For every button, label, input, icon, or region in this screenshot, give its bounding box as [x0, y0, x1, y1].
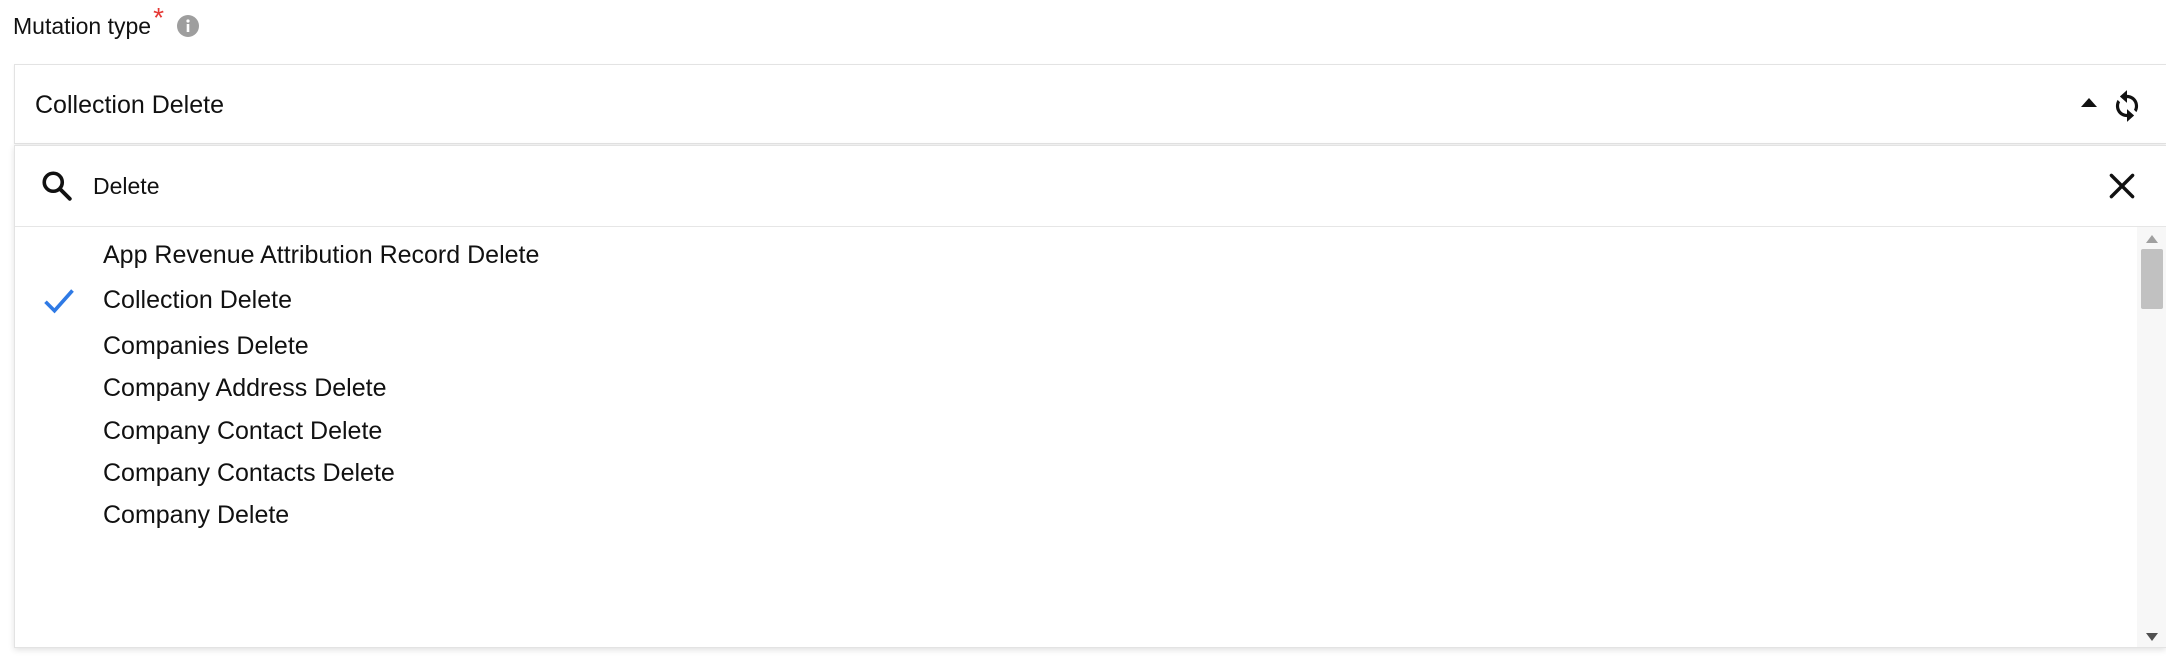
refresh-icon[interactable]	[2108, 87, 2146, 125]
check-icon	[41, 283, 77, 319]
search-row	[15, 146, 2166, 227]
caret-up-icon[interactable]	[2081, 98, 2097, 107]
mutation-type-select[interactable]: Collection Delete	[14, 64, 2166, 144]
scrollbar[interactable]	[2137, 227, 2166, 647]
required-marker: *	[153, 2, 164, 33]
list-item[interactable]: Collection Delete	[15, 275, 2137, 325]
field-label-row: Mutation type *	[13, 2, 200, 46]
scroll-down-arrow-icon[interactable]	[2146, 633, 2158, 641]
info-icon[interactable]	[176, 14, 200, 38]
option-label: Collection Delete	[103, 286, 292, 314]
options-dropdown: App Revenue Attribution Record Delete Co…	[14, 145, 2166, 648]
selected-value: Collection Delete	[35, 91, 224, 119]
list-item[interactable]: App Revenue Attribution Record Delete	[15, 230, 2137, 280]
search-icon	[39, 168, 75, 204]
field-label: Mutation type	[13, 12, 152, 39]
option-label: Company Delete	[103, 501, 290, 529]
search-input[interactable]	[93, 164, 1993, 208]
options-list: App Revenue Attribution Record Delete Co…	[15, 227, 2137, 647]
close-icon[interactable]	[2105, 169, 2139, 203]
option-label: App Revenue Attribution Record Delete	[103, 241, 540, 269]
scrollbar-thumb[interactable]	[2141, 249, 2163, 309]
list-item[interactable]: Company Delete	[15, 490, 2137, 540]
scroll-up-arrow-icon[interactable]	[2146, 235, 2158, 243]
